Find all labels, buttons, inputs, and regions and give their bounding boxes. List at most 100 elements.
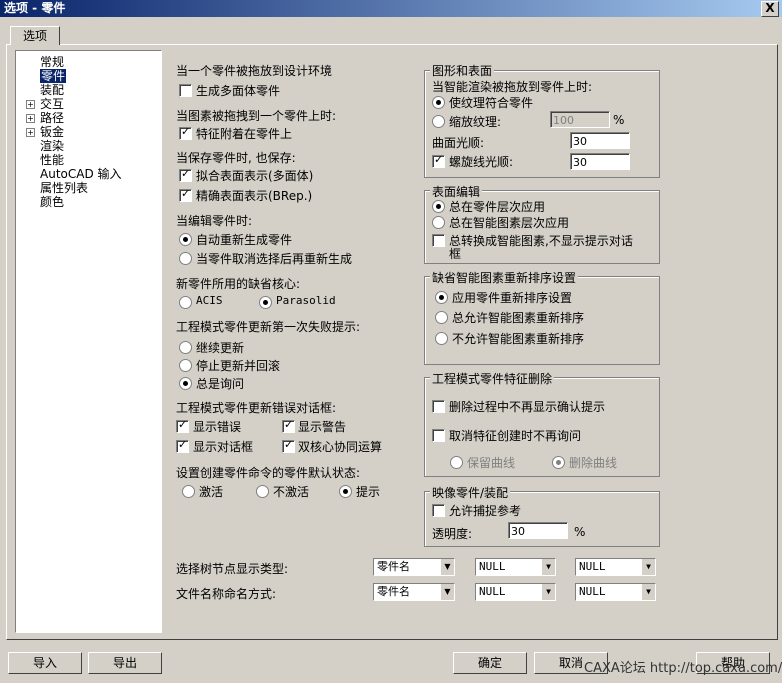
transparency-input[interactable]: 30 <box>508 522 568 539</box>
tree-item[interactable]: 属性列表 <box>40 181 88 195</box>
tree-item-label: AutoCAD 输入 <box>40 167 122 181</box>
tree-item-label: 路径 <box>40 111 65 125</box>
regen-after-deselect-radio[interactable] <box>179 252 192 265</box>
disallow-reorder-radio[interactable] <box>435 332 448 345</box>
tree-item[interactable]: 零件 <box>40 69 67 83</box>
not-activate-radio[interactable] <box>256 485 269 498</box>
show-errors-checkbox[interactable] <box>176 418 189 433</box>
category-tree[interactable]: 常规 零件 装配 + 交互 + 路径 + 钣金 渲染 性能 AutoCAD 输入 属性列表 颜色 <box>15 50 162 633</box>
chevron-down-icon: ▼ <box>541 584 555 600</box>
close-button[interactable]: X <box>761 1 779 17</box>
fit-texture-radio[interactable] <box>432 96 445 109</box>
transparency-label: 透明度: <box>432 527 473 541</box>
keep-curve-radio[interactable] <box>450 456 463 469</box>
no-confirm-delete-checkbox[interactable] <box>432 400 445 413</box>
tab-options[interactable]: 选项 <box>10 26 60 45</box>
mirror-title: 映像零件/装配 <box>430 484 511 501</box>
chevron-down-icon: ▼ <box>641 559 655 575</box>
tree-item-label: 渲染 <box>40 139 65 153</box>
parasolid-radio[interactable] <box>259 296 272 309</box>
tree-item-label: 装配 <box>40 83 65 97</box>
ok-button[interactable]: 确定 <box>453 652 527 674</box>
polyhedral-part-checkbox[interactable] <box>179 84 192 97</box>
apply-part-level-label: 总在零件层次应用 <box>449 200 546 214</box>
tree-item-label: 属性列表 <box>40 181 89 195</box>
tree-item[interactable]: 交互 <box>40 97 64 111</box>
select-value: 零件名 <box>377 585 410 598</box>
tree-item-label: 颜色 <box>40 195 65 209</box>
apply-part-reorder-label: 应用零件重新排序设置 <box>452 291 573 305</box>
acis-label: ACIS <box>196 294 223 307</box>
always-ask-label: 总是询问 <box>196 377 245 391</box>
edit-label: 当编辑零件时: <box>176 214 253 228</box>
parasolid-label: Parasolid <box>276 294 336 307</box>
allow-reorder-radio[interactable] <box>435 311 448 324</box>
tree-item[interactable]: 渲染 <box>40 139 64 153</box>
tree-item[interactable]: 常规 <box>40 55 64 69</box>
continue-update-label: 继续更新 <box>196 341 245 355</box>
tree-item-label: 钣金 <box>40 125 65 139</box>
spiral-smooth-input[interactable]: 30 <box>570 153 630 170</box>
select-value: NULL <box>579 560 606 573</box>
convert-smart-element-label: 总转换成智能图素,不显示提示对话 <box>449 234 633 248</box>
file-naming-select-1[interactable]: 零件名 ▼ <box>373 583 455 601</box>
exact-surface-checkbox[interactable] <box>179 187 192 202</box>
disallow-reorder-label: 不允许智能图素重新排序 <box>452 332 585 346</box>
tree-item-label: 交互 <box>40 97 65 111</box>
no-ask-cancel-checkbox[interactable] <box>432 429 445 442</box>
chevron-down-icon: ▼ <box>641 584 655 600</box>
prompt-label: 提示 <box>356 485 381 499</box>
polyhedral-part-label: 生成多面体零件 <box>196 84 281 98</box>
stop-rollback-radio[interactable] <box>179 359 192 372</box>
delete-curve-radio[interactable] <box>552 456 565 469</box>
prompt-radio[interactable] <box>339 485 352 498</box>
activate-label: 激活 <box>199 485 224 499</box>
expand-icon[interactable]: + <box>26 128 35 137</box>
spiral-smooth-checkbox[interactable] <box>432 153 445 168</box>
convert-smart-element-checkbox[interactable] <box>432 234 445 247</box>
scale-texture-radio[interactable] <box>432 115 445 128</box>
keep-curve-label: 保留曲线 <box>467 456 516 470</box>
allow-reorder-label: 总允许智能图素重新排序 <box>452 311 585 325</box>
tree-item-label: 性能 <box>40 153 65 167</box>
file-naming-select-2[interactable]: NULL ▼ <box>475 583 556 601</box>
tree-item[interactable]: 颜色 <box>40 195 64 209</box>
tree-node-type-select-1[interactable]: 零件名 ▼ <box>373 558 455 576</box>
expand-icon[interactable]: + <box>26 100 35 109</box>
tree-node-type-select-2[interactable]: NULL ▼ <box>475 558 556 576</box>
show-dialog-checkbox[interactable] <box>176 438 189 453</box>
fit-surface-checkbox[interactable] <box>179 167 192 182</box>
acis-radio[interactable] <box>179 296 192 309</box>
always-ask-radio[interactable] <box>179 377 192 390</box>
scale-texture-input[interactable]: 100 <box>550 111 610 128</box>
activate-radio[interactable] <box>182 485 195 498</box>
surface-smooth-input[interactable]: 30 <box>570 132 630 149</box>
tree-item[interactable]: 装配 <box>40 83 64 97</box>
exact-surface-label: 精确表面表示(BRep.) <box>196 189 313 203</box>
expand-icon[interactable]: + <box>26 114 35 123</box>
show-warnings-checkbox[interactable] <box>282 418 295 433</box>
fit-texture-label: 使纹理符合零件 <box>449 96 534 110</box>
continue-update-radio[interactable] <box>179 341 192 354</box>
export-button[interactable]: 导出 <box>88 652 162 674</box>
attach-feature-checkbox[interactable] <box>179 125 192 140</box>
apply-part-level-radio[interactable] <box>432 200 445 213</box>
fail-label: 工程模式零件更新第一次失败提示: <box>176 320 361 334</box>
tree-item[interactable]: AutoCAD 输入 <box>40 167 122 181</box>
tree-item[interactable]: 路径 <box>40 111 64 125</box>
apply-part-reorder-radio[interactable] <box>435 291 448 304</box>
watermark-text: CAXA论坛 http://top.caxa.com/ <box>584 661 782 676</box>
allow-snap-checkbox[interactable] <box>432 504 445 517</box>
tree-node-type-select-3[interactable]: NULL ▼ <box>575 558 656 576</box>
tree-item[interactable]: 钣金 <box>40 125 64 139</box>
title-bar: 选项 - 零件 X <box>0 0 782 17</box>
show-warnings-label: 显示警告 <box>298 420 347 434</box>
save-label: 当保存零件时, 也保存: <box>176 151 296 165</box>
tree-item[interactable]: 性能 <box>40 153 64 167</box>
import-button[interactable]: 导入 <box>8 652 82 674</box>
dual-kernel-checkbox[interactable] <box>282 438 295 453</box>
apply-element-level-radio[interactable] <box>432 216 445 229</box>
auto-regen-radio[interactable] <box>179 233 192 246</box>
file-naming-select-3[interactable]: NULL ▼ <box>575 583 656 601</box>
transparency-pct-label: % <box>574 525 586 539</box>
